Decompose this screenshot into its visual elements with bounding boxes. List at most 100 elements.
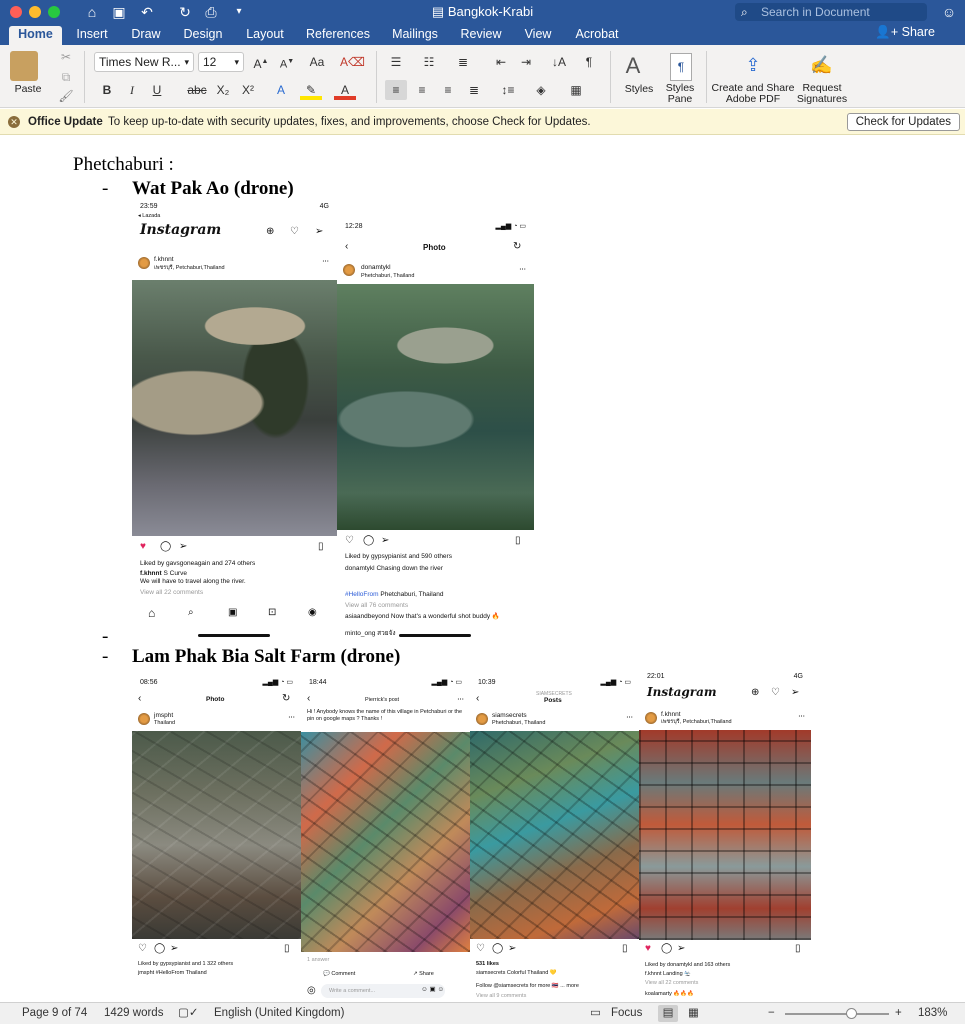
search-icon: ⌕ <box>188 607 194 618</box>
page-count[interactable]: Page 9 of 74 <box>22 1003 87 1024</box>
search-input[interactable]: ⌕ Search in Document <box>735 3 927 21</box>
paste-label[interactable]: Paste <box>8 84 48 95</box>
sort-icon[interactable]: ↓A <box>548 52 570 72</box>
close-icon[interactable]: ✕ <box>8 116 20 128</box>
zoom-level[interactable]: 183% <box>918 1003 947 1024</box>
highlight-icon[interactable]: ✎ <box>300 80 322 100</box>
font-name-select[interactable]: Times New R... ▾ <box>94 52 194 72</box>
caption: #HelloFrom Thailand <box>155 970 207 976</box>
caption: S Curve <box>163 570 187 577</box>
grow-font-icon[interactable]: A▲ <box>250 52 272 72</box>
share-button[interactable]: 👤+ Share <box>875 25 935 40</box>
send-icon: ➢ <box>677 943 686 954</box>
decrease-indent-icon[interactable]: ⇤ <box>490 52 512 72</box>
likes-text: 531 likes <box>476 961 499 967</box>
numbering-icon[interactable]: ☷ <box>418 52 440 72</box>
line-spacing-icon[interactable]: ↕≡ <box>497 80 519 100</box>
create-pdf-label[interactable]: Create and Share Adobe PDF <box>710 83 796 105</box>
bold-button[interactable]: B <box>96 80 118 100</box>
document-page[interactable]: Phetchaburi : - Wat Pak Ao (drone) 23:59… <box>0 136 965 1002</box>
copy-icon[interactable]: ⧉ <box>55 67 77 87</box>
word-count[interactable]: 1429 words <box>104 1003 163 1024</box>
show-formatting-icon[interactable]: ¶ <box>578 52 600 72</box>
text-effects-icon[interactable]: A <box>270 80 292 100</box>
time: 10:39 <box>478 679 496 686</box>
shading-icon[interactable]: ◈ <box>530 80 552 100</box>
web-layout-icon[interactable]: ▦ <box>688 1003 699 1024</box>
avatar <box>476 713 488 725</box>
align-right-icon[interactable]: ≡ <box>437 80 459 100</box>
change-case-icon[interactable]: Aa <box>306 52 328 72</box>
request-signatures-icon[interactable]: ✍ <box>810 51 832 79</box>
refresh-icon: ↻ <box>282 693 291 704</box>
tab-insert[interactable]: Insert <box>70 26 114 45</box>
account-icon[interactable]: ☺ <box>940 3 958 21</box>
styles-icon[interactable]: A <box>622 51 644 81</box>
view-comments: View all 9 comments <box>476 993 527 999</box>
styles-pane-label[interactable]: Styles Pane <box>660 83 700 105</box>
italic-button[interactable]: I <box>121 80 143 100</box>
shop-icon: ⊡ <box>268 607 277 618</box>
tab-view[interactable]: View <box>518 26 558 45</box>
subscript-button[interactable]: X₂ <box>212 80 234 100</box>
drone-photo-salt-farm <box>639 730 811 940</box>
justify-icon[interactable]: ≣ <box>463 80 485 100</box>
status-bar: 18:44 ▂▄▆ ◔ ▭ <box>301 676 470 690</box>
language[interactable]: English (United Kingdom) <box>214 1003 344 1024</box>
focus-icon[interactable]: ▭ <box>590 1003 601 1024</box>
zoom-slider[interactable] <box>785 1013 889 1015</box>
comment-icon: ◯ <box>661 943 673 954</box>
tab-references[interactable]: References <box>302 26 374 45</box>
drone-photo-salt-farm <box>301 732 470 952</box>
borders-icon[interactable]: ▦ <box>565 80 587 100</box>
font-size-select[interactable]: 12 ▾ <box>198 52 244 72</box>
item-wat-pak-ao: Wat Pak Ao (drone) <box>132 178 294 199</box>
answers-count: 1 answer <box>307 957 330 963</box>
create-pdf-icon[interactable]: ⇪ <box>742 51 764 79</box>
styles-label[interactable]: Styles <box>618 84 660 95</box>
tab-draw[interactable]: Draw <box>126 26 166 45</box>
time: 22:01 <box>647 673 665 680</box>
print-layout-icon[interactable]: ▤ <box>658 1005 678 1022</box>
multilevel-list-icon[interactable]: ≣ <box>452 52 474 72</box>
zoom-in-button[interactable]: + <box>895 1003 902 1024</box>
increase-indent-icon[interactable]: ⇥ <box>515 52 537 72</box>
cut-icon[interactable]: ✂ <box>55 47 77 67</box>
focus-label[interactable]: Focus <box>611 1003 642 1024</box>
bullets-icon[interactable]: ☰ <box>385 52 407 72</box>
tab-layout[interactable]: Layout <box>240 26 290 45</box>
align-center-icon[interactable]: ≡ <box>411 80 433 100</box>
strikethrough-button[interactable]: abc <box>184 80 210 100</box>
caption-user: siamsecrets <box>476 970 506 976</box>
avatar <box>138 713 150 725</box>
clear-formatting-icon[interactable]: A⌫ <box>340 52 365 72</box>
check-updates-button[interactable]: Check for Updates <box>846 113 960 131</box>
request-sig-label-2: Signatures <box>796 93 848 105</box>
tab-acrobat[interactable]: Acrobat <box>570 26 624 45</box>
comment-text: Now that's a wonderful shot buddy 🔥 <box>390 613 500 620</box>
shrink-font-icon[interactable]: A▼ <box>276 52 298 72</box>
bookmark-icon: ▯ <box>318 541 324 552</box>
zoom-out-button[interactable]: − <box>768 1003 775 1024</box>
create-pdf-label-2: Adobe PDF <box>725 93 781 105</box>
superscript-button[interactable]: X² <box>237 80 259 100</box>
status-bar: 22:01 4G <box>639 670 811 684</box>
send-icon: ➢ <box>170 943 179 954</box>
underline-button[interactable]: U <box>146 80 168 100</box>
home-indicator <box>399 634 471 637</box>
tab-review[interactable]: Review <box>456 26 506 45</box>
styles-pane-icon[interactable]: ¶ <box>670 53 692 81</box>
zoom-slider-handle[interactable] <box>846 1008 857 1019</box>
tab-mailings[interactable]: Mailings <box>386 26 444 45</box>
tab-design[interactable]: Design <box>178 26 228 45</box>
request-signatures-label[interactable]: Request Signatures <box>796 83 848 105</box>
tab-home[interactable]: Home <box>9 26 62 45</box>
heading-phetchaburi: Phetchaburi : <box>73 154 174 175</box>
format-painter-icon[interactable]: 🖌 <box>55 86 77 106</box>
proofing-icon[interactable]: ▢✓ <box>178 1003 199 1024</box>
align-left-icon[interactable]: ≡ <box>385 80 407 100</box>
font-color-icon[interactable]: A <box>334 80 356 100</box>
signal: 4G <box>793 673 803 680</box>
paste-icon[interactable] <box>10 51 38 81</box>
update-text: To keep up-to-date with security updates… <box>108 116 591 128</box>
